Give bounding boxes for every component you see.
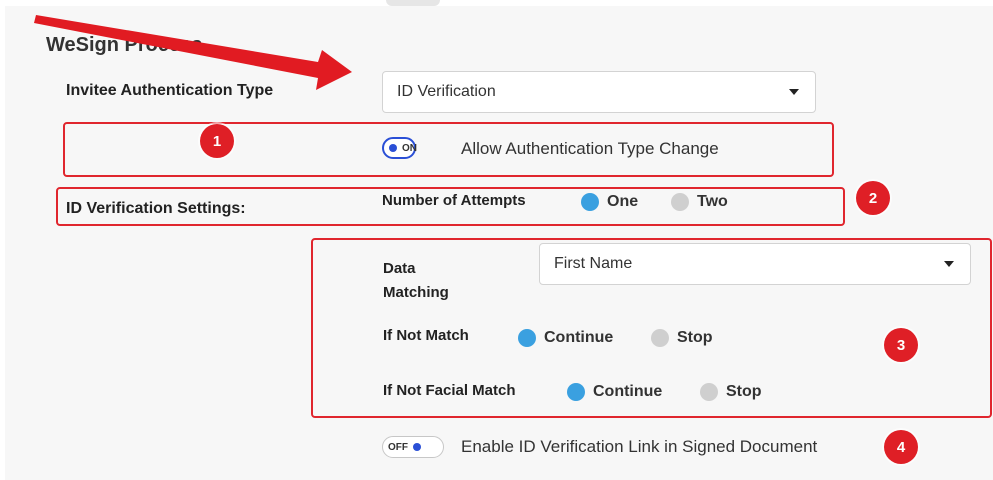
toggle-knob-icon — [413, 443, 421, 451]
annotation-badge-2: 2 — [856, 181, 890, 215]
annotation-box-2 — [56, 187, 845, 226]
annotation-badge-4: 4 — [884, 430, 918, 464]
auth-type-select[interactable]: ID Verification — [382, 71, 816, 113]
top-tab[interactable] — [386, 0, 440, 6]
annotation-badge-3: 3 — [884, 328, 918, 362]
toggle-state-label: OFF — [388, 441, 408, 453]
annotation-box-1 — [63, 122, 834, 177]
chevron-down-icon — [789, 89, 799, 95]
annotation-badge-1: 1 — [200, 124, 234, 158]
enable-link-toggle[interactable]: OFF — [382, 436, 444, 458]
auth-type-value: ID Verification — [397, 83, 496, 100]
section-title: WeSign Process — [46, 34, 203, 56]
annotation-box-3 — [311, 238, 992, 418]
auth-type-label: Invitee Authentication Type — [66, 82, 274, 99]
enable-link-label: Enable ID Verification Link in Signed Do… — [461, 437, 818, 456]
